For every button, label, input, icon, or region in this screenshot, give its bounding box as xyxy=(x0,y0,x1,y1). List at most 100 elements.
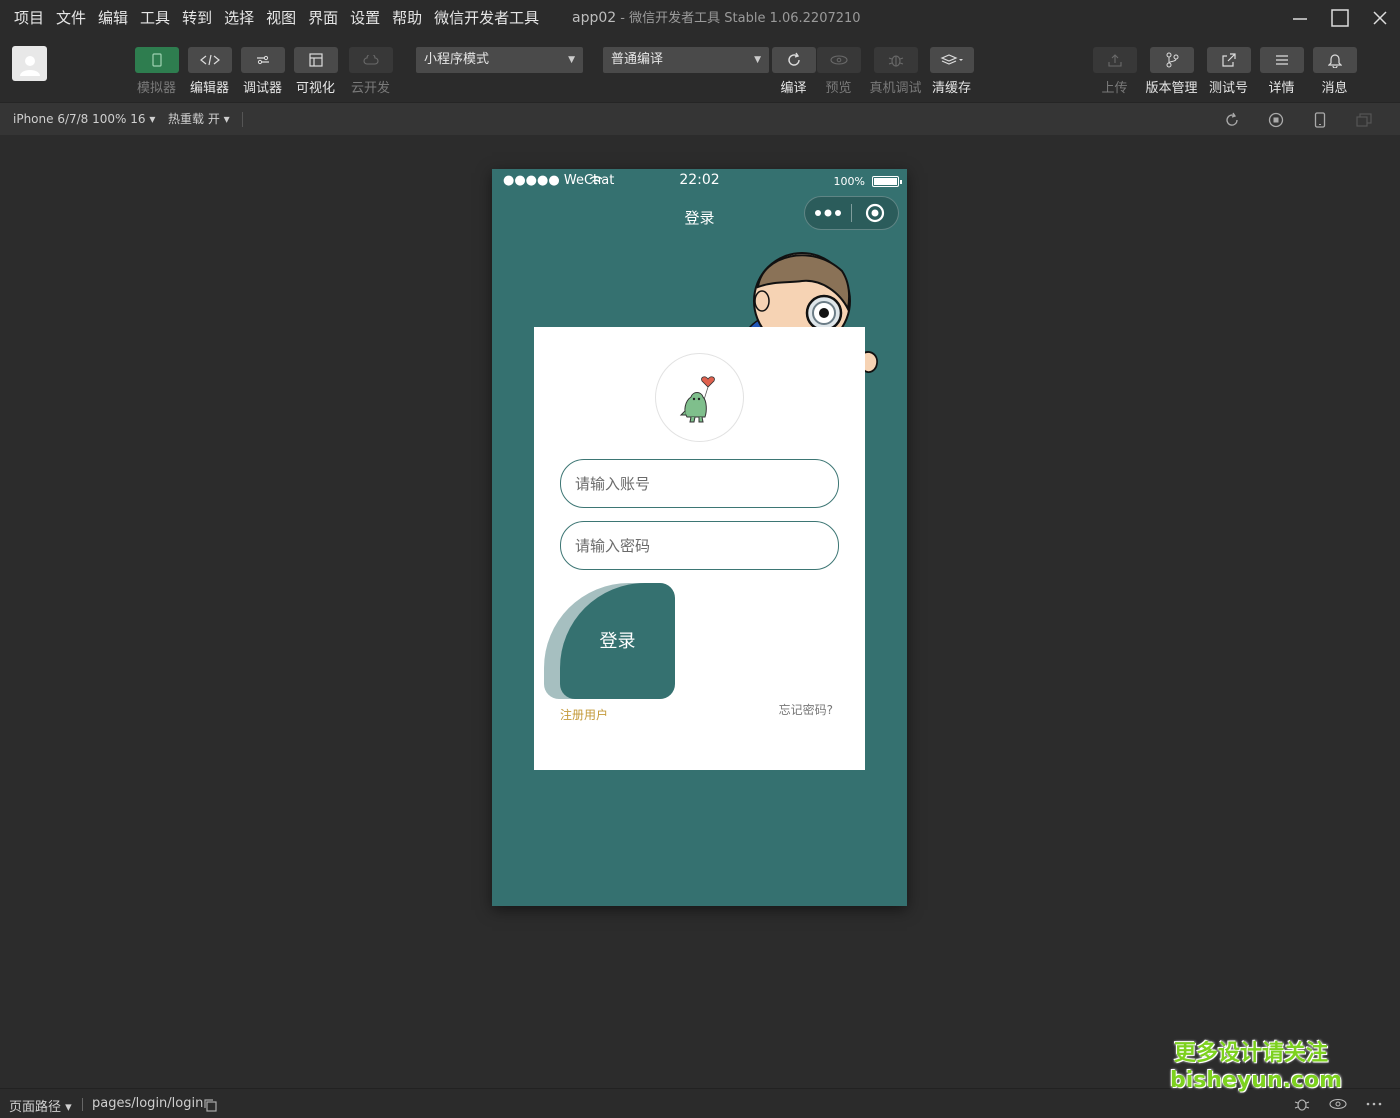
debug-icon xyxy=(256,55,269,65)
more-dots-icon xyxy=(815,209,841,217)
messages-toggle[interactable] xyxy=(1312,47,1357,73)
rotate-icon xyxy=(1226,112,1238,126)
login-card: 登录 注册用户 忘记密码? xyxy=(534,327,865,770)
preview-toggle[interactable] xyxy=(816,47,861,73)
phone-frame-button[interactable] xyxy=(1298,103,1342,136)
clear-cache-label: 清缓存 xyxy=(931,81,971,96)
device-select[interactable]: iPhone 6/7/8 100% 16 ▾ xyxy=(13,103,155,136)
page-path-select[interactable]: 页面路径 ▾ xyxy=(9,1096,72,1115)
editor-button[interactable]: 编辑器 xyxy=(187,47,232,96)
menu-item-goto[interactable]: 转到 xyxy=(176,0,218,36)
cloud-icon xyxy=(363,55,378,65)
target-icon xyxy=(865,203,885,223)
divider xyxy=(242,112,243,127)
version-toggle[interactable] xyxy=(1149,47,1194,73)
more-dots-icon xyxy=(1366,1102,1382,1106)
exit-button[interactable] xyxy=(852,203,898,223)
simulator-toggle[interactable] xyxy=(134,47,179,73)
password-input[interactable] xyxy=(560,521,839,570)
menu-item-settings[interactable]: 设置 xyxy=(344,0,386,36)
windows-icon xyxy=(1356,112,1372,127)
menu-item-file[interactable]: 文件 xyxy=(50,0,92,36)
menu-item-devtools[interactable]: 微信开发者工具 xyxy=(428,0,545,36)
maximize-icon xyxy=(1331,9,1349,27)
debug-button[interactable] xyxy=(1284,1096,1320,1112)
watermark-line-1: 更多设计请关注 xyxy=(1173,1041,1328,1066)
account-input[interactable] xyxy=(560,459,839,508)
simulator-toolbar: iPhone 6/7/8 100% 16 ▾ 热重载 开 ▾ xyxy=(0,102,1400,135)
more-options-button[interactable] xyxy=(1356,1102,1392,1106)
capsule-menu xyxy=(804,196,899,230)
cloud-toggle[interactable] xyxy=(348,47,393,73)
watermark-line-2: bisheyun.com xyxy=(1170,1068,1343,1093)
forgot-password-link[interactable]: 忘记密码? xyxy=(779,701,833,718)
rotate-button[interactable] xyxy=(1210,103,1254,136)
test-account-button[interactable]: 测试号 xyxy=(1206,47,1251,96)
menu-item-view[interactable]: 视图 xyxy=(260,0,302,36)
clear-cache-toggle[interactable] xyxy=(929,47,974,73)
main-toolbar: 模拟器 编辑器 调试器 可视化 云开发 小程序模式 ▼ 普通编译 ▼ 编译 预览… xyxy=(0,36,1400,102)
menu-item-interface[interactable]: 界面 xyxy=(302,0,344,36)
app-name: app02 xyxy=(572,10,617,26)
chevron-down-icon: ▼ xyxy=(568,55,575,65)
maximize-button[interactable] xyxy=(1320,0,1360,36)
debugger-button[interactable]: 调试器 xyxy=(240,47,285,96)
stop-button[interactable] xyxy=(1254,103,1298,136)
simulator-actions xyxy=(1210,103,1386,136)
editor-toggle[interactable] xyxy=(187,47,232,73)
dinosaur-balloon-icon xyxy=(679,375,715,422)
menu-item-tools[interactable]: 工具 xyxy=(134,0,176,36)
copy-icon[interactable] xyxy=(203,1098,217,1112)
upload-button[interactable]: 上传 xyxy=(1092,47,1137,96)
visual-button[interactable]: 可视化 xyxy=(293,47,338,96)
menu-item-help[interactable]: 帮助 xyxy=(386,0,428,36)
layout-icon xyxy=(308,53,323,67)
device-debug-button[interactable]: 真机调试 xyxy=(869,47,922,96)
branch-icon xyxy=(1166,52,1178,68)
upload-toggle[interactable] xyxy=(1092,47,1137,73)
preview-label: 预览 xyxy=(825,81,852,96)
menu-item-edit[interactable]: 编辑 xyxy=(92,0,134,36)
cloud-label: 云开发 xyxy=(350,81,390,96)
messages-button[interactable]: 消息 xyxy=(1312,47,1357,96)
messages-label: 消息 xyxy=(1321,81,1348,96)
visual-toggle[interactable] xyxy=(293,47,338,73)
test-account-toggle[interactable] xyxy=(1206,47,1251,73)
phone-icon xyxy=(1314,111,1326,128)
window-mode-button[interactable] xyxy=(1342,103,1386,136)
login-button[interactable]: 登录 xyxy=(544,583,675,699)
menu-item-project[interactable]: 项目 xyxy=(8,0,50,36)
clear-cache-button[interactable]: 清缓存 xyxy=(929,47,974,96)
register-link[interactable]: 注册用户 xyxy=(560,706,608,723)
compile-toggle[interactable] xyxy=(771,47,816,73)
app-title: - 微信开发者工具 Stable 1.06.2207210 xyxy=(616,11,861,26)
cloud-button[interactable]: 云开发 xyxy=(348,47,393,96)
close-button[interactable] xyxy=(1360,0,1400,36)
debugger-toggle[interactable] xyxy=(240,47,285,73)
menu-icon xyxy=(1275,55,1288,65)
minimize-button[interactable] xyxy=(1280,0,1320,36)
divider xyxy=(82,1098,83,1111)
hot-reload-select[interactable]: 热重载 开 ▾ xyxy=(168,103,230,136)
external-link-icon xyxy=(1221,53,1236,67)
chevron-down-icon: ▼ xyxy=(754,55,761,65)
more-button[interactable] xyxy=(805,209,851,217)
details-toggle[interactable] xyxy=(1259,47,1304,73)
battery-icon xyxy=(872,176,902,187)
mode-select[interactable]: 小程序模式 ▼ xyxy=(416,47,583,73)
eye-icon xyxy=(1329,1098,1347,1110)
simulator-button[interactable]: 模拟器 xyxy=(134,47,179,96)
mode-select-value: 小程序模式 xyxy=(424,52,490,67)
preview-button[interactable]: 预览 xyxy=(816,47,861,96)
stop-icon xyxy=(1268,112,1284,127)
version-button[interactable]: 版本管理 xyxy=(1145,47,1198,96)
compile-select[interactable]: 普通编译 ▼ xyxy=(603,47,769,73)
upload-label: 上传 xyxy=(1101,81,1128,96)
layers-icon xyxy=(939,54,963,65)
app-logo xyxy=(655,353,744,442)
avatar[interactable] xyxy=(12,46,47,81)
details-button[interactable]: 详情 xyxy=(1259,47,1304,96)
preview-toggle-button[interactable] xyxy=(1320,1098,1356,1110)
menu-item-select[interactable]: 选择 xyxy=(218,0,260,36)
device-debug-toggle[interactable] xyxy=(873,47,918,73)
